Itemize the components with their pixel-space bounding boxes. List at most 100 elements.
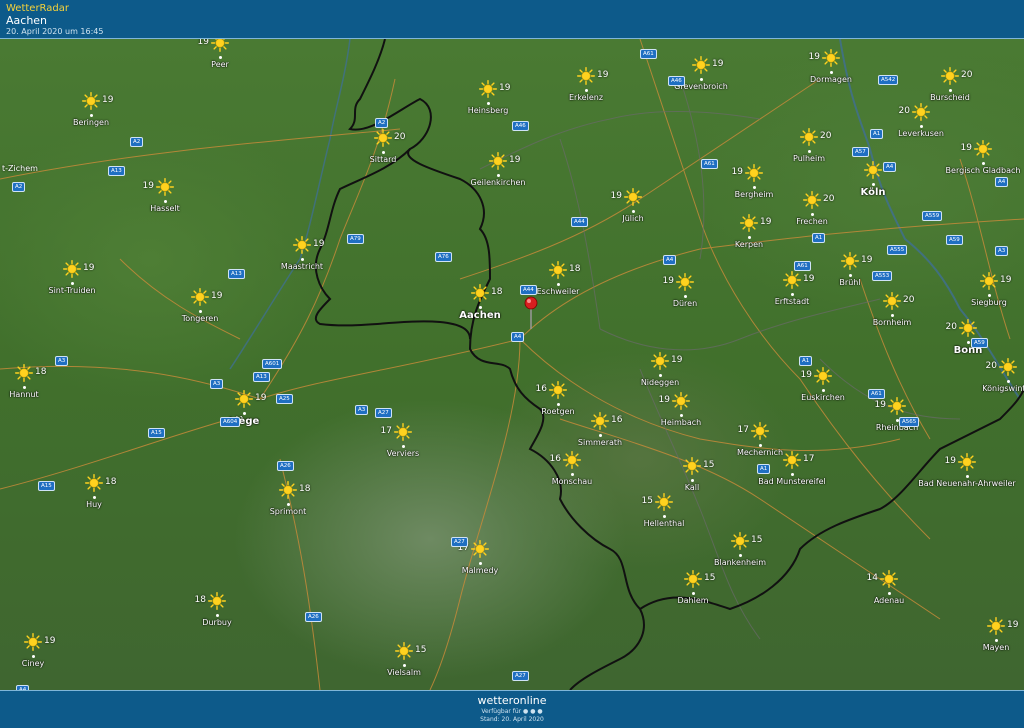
- temperature-label: 17: [737, 425, 749, 435]
- road-badge: A15: [38, 481, 55, 491]
- city-dot: [403, 664, 406, 667]
- city-name: Sittard: [369, 155, 397, 164]
- sun-icon: [63, 260, 81, 278]
- road-badge: A2: [375, 118, 389, 128]
- temperature-label: 19: [1000, 275, 1012, 285]
- city-dot: [402, 445, 405, 448]
- city-dot: [872, 183, 875, 186]
- road-badge: A59: [946, 235, 963, 245]
- temperature-label: 15: [704, 573, 716, 583]
- temperature-label: 19: [712, 59, 724, 69]
- city-dot: [808, 150, 811, 153]
- city-dot: [888, 592, 891, 595]
- temperature-label: 19: [658, 395, 670, 405]
- sun-icon: [211, 39, 229, 52]
- road-badge: A44: [520, 285, 537, 295]
- app-title: WetterRadar: [6, 3, 70, 14]
- city-dot: [32, 655, 35, 658]
- city-dot: [822, 389, 825, 392]
- temperature-label: 19: [499, 83, 511, 93]
- data-stand-text: Stand: 20. April 2020: [480, 716, 544, 723]
- timestamp: 20. April 2020 um 16:45: [6, 27, 104, 36]
- city-dot: [759, 444, 762, 447]
- city-dot: [988, 294, 991, 297]
- temperature-label: 19: [803, 274, 815, 284]
- city-name: Huy: [86, 500, 102, 509]
- city-name: Sprimont: [269, 507, 307, 516]
- city-dot: [243, 412, 246, 415]
- road-badge: A76: [435, 252, 452, 262]
- sun-icon: [191, 288, 209, 306]
- city-name: Bergisch Gladbach: [945, 166, 1021, 175]
- temperature-label: 19: [83, 263, 95, 273]
- sun-icon: [800, 128, 818, 146]
- city-name: Euskirchen: [801, 393, 845, 402]
- sun-icon: [822, 49, 840, 67]
- map-pin-icon[interactable]: [524, 296, 538, 330]
- road-badge: A3: [210, 379, 224, 389]
- city-dot: [791, 293, 794, 296]
- temperature-label: 19: [509, 155, 521, 165]
- sun-icon: [958, 453, 976, 471]
- sun-icon: [549, 261, 567, 279]
- road-badge: A2: [130, 137, 144, 147]
- city-name: Jülich: [622, 214, 644, 223]
- temperature-label: 18: [491, 287, 503, 297]
- temperature-label: 20: [961, 70, 973, 80]
- temperature-label: 15: [751, 535, 763, 545]
- sun-icon: [208, 592, 226, 610]
- road-badge: A46: [512, 121, 529, 131]
- sun-icon: [279, 481, 297, 499]
- weather-map[interactable]: 19 Peer 19 Beringen 19 Hasselt 19 Sint-Truiden 1…: [0, 39, 1024, 690]
- city-name: Sint-Truiden: [48, 286, 96, 295]
- sun-icon: [684, 570, 702, 588]
- city-dot: [982, 162, 985, 165]
- temperature-label: 19: [808, 52, 820, 62]
- city-name: Verviers: [386, 449, 420, 458]
- city-name: Hannut: [9, 390, 39, 399]
- city-dot: [599, 434, 602, 437]
- temperature-label: 15: [415, 645, 427, 655]
- availability-text: Verfügbar für ● ● ●: [481, 708, 543, 715]
- sun-icon: [563, 451, 581, 469]
- city-name: Nideggen: [640, 378, 680, 387]
- app-footer: wetteronline Verfügbar für ● ● ● Stand: …: [0, 690, 1024, 728]
- temperature-label: 16: [535, 384, 547, 394]
- temperature-label: 19: [731, 167, 743, 177]
- city-name: Erkelenz: [568, 93, 604, 102]
- temperature-label: 18: [569, 264, 581, 274]
- sun-icon: [841, 252, 859, 270]
- temperature-label: 19: [597, 70, 609, 80]
- sun-icon: [783, 271, 801, 289]
- temperature-label: 19: [313, 239, 325, 249]
- sun-icon: [883, 292, 901, 310]
- temperature-label: 19: [662, 276, 674, 286]
- city-dot: [71, 282, 74, 285]
- sun-icon: [683, 457, 701, 475]
- city-dot: [90, 114, 93, 117]
- city-dot: [891, 314, 894, 317]
- city-dot: [739, 554, 742, 557]
- sun-icon: [672, 392, 690, 410]
- sun-icon: [814, 367, 832, 385]
- road-badge: A13: [253, 372, 270, 382]
- city-dot: [585, 89, 588, 92]
- edge-place-label: t-Zichem: [2, 164, 38, 173]
- road-badge: A13: [228, 269, 245, 279]
- sun-icon: [731, 532, 749, 550]
- city-dot: [753, 186, 756, 189]
- sun-icon: [751, 422, 769, 440]
- city-dot: [1007, 380, 1010, 383]
- city-name: Dormagen: [810, 75, 852, 84]
- city-name: Adenau: [873, 596, 905, 605]
- temperature-label: 18: [194, 595, 206, 605]
- city-dot: [700, 78, 703, 81]
- sun-icon: [745, 164, 763, 182]
- road-badge: A604: [220, 417, 241, 427]
- city-dot: [659, 374, 662, 377]
- city-name: Brühl: [839, 278, 861, 287]
- city-dot: [557, 403, 560, 406]
- city-dot: [301, 258, 304, 261]
- city-name: Mayen: [982, 643, 1010, 652]
- road-badge: A44: [571, 217, 588, 227]
